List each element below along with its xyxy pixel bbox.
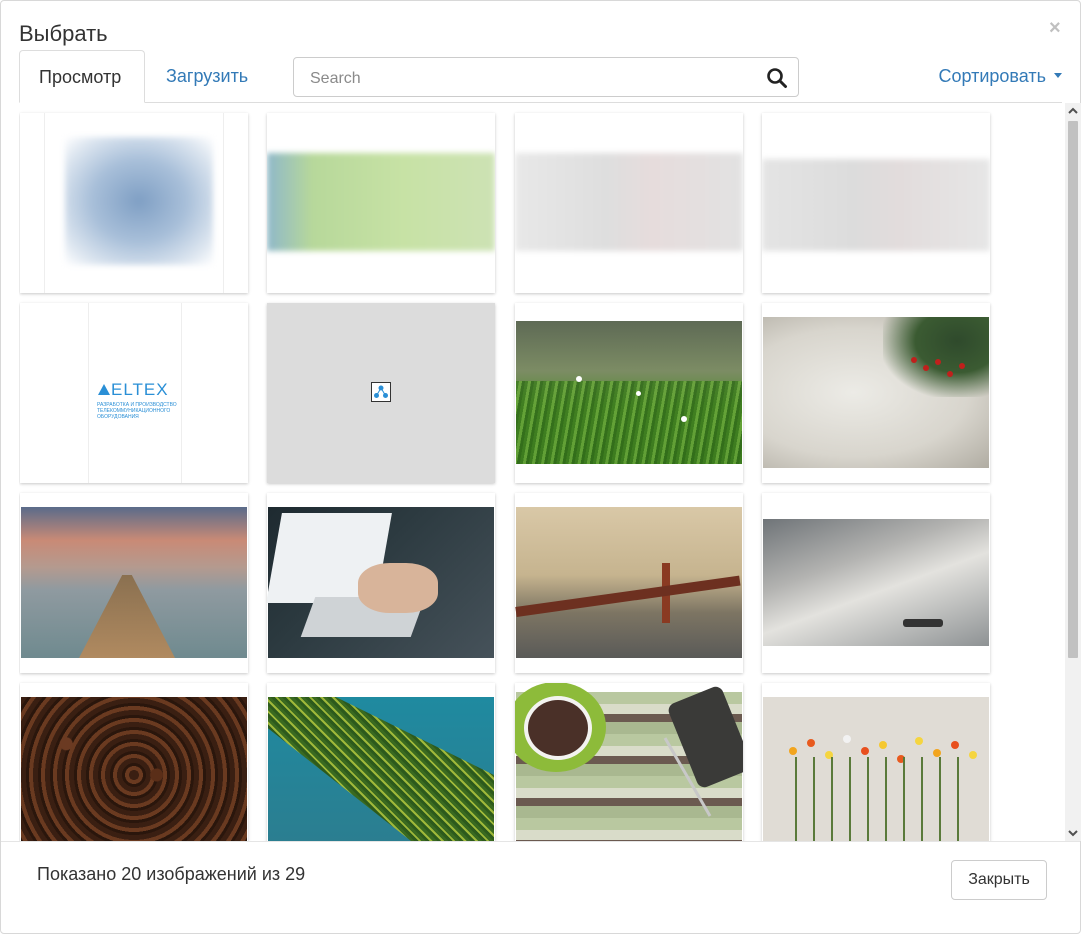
image-thumbnail [267,153,495,251]
image-thumbnail [21,697,247,841]
image-thumbnail [515,683,743,841]
search-icon[interactable] [766,67,788,89]
image-thumbnail [763,317,989,468]
tab-bar: Просмотр Загрузить Сортировать [19,50,1062,103]
image-thumbnail [763,697,989,841]
image-card[interactable] [20,113,248,293]
image-thumbnail [763,519,989,646]
tab-upload[interactable]: Загрузить [147,50,267,102]
image-card[interactable] [20,683,248,841]
image-card[interactable] [762,113,990,293]
vertical-scrollbar[interactable] [1065,103,1081,841]
eltex-logo-text: ELTEX [111,380,169,399]
image-thumbnail [44,113,224,293]
image-card[interactable] [267,303,495,483]
image-card[interactable] [762,493,990,673]
close-icon[interactable]: × [1049,18,1061,38]
image-thumbnail [267,507,494,658]
scroll-down-icon[interactable] [1065,825,1081,841]
image-thumbnail [516,321,742,464]
scroll-up-icon[interactable] [1065,103,1081,119]
image-card[interactable] [20,493,248,673]
modal-title: Выбрать [19,21,108,46]
image-thumbnail: ELTEX РАЗРАБОТКА И ПРОИЗВОДСТВО ТЕЛЕКОММ… [88,303,182,483]
search-box [293,57,799,97]
sort-dropdown[interactable]: Сортировать [938,50,1062,102]
image-card[interactable] [762,683,990,841]
image-thumbnail [267,303,495,483]
eltex-tagline: РАЗРАБОТКА И ПРОИЗВОДСТВО ТЕЛЕКОММУНИКАЦ… [97,402,177,420]
close-button[interactable]: Закрыть [951,860,1047,900]
image-card[interactable] [515,303,743,483]
image-picker-modal: Выбрать × Просмотр Загрузить Сортировать [0,0,1081,934]
image-card[interactable] [267,683,495,841]
image-card[interactable] [762,303,990,483]
eltex-logo-icon [98,384,110,395]
image-card[interactable]: ELTEX РАЗРАБОТКА И ПРОИЗВОДСТВО ТЕЛЕКОММ… [20,303,248,483]
modal-footer: Показано 20 изображений из 29 Закрыть [1,841,1080,936]
image-thumbnail [515,507,742,658]
image-count-status: Показано 20 изображений из 29 [37,864,306,884]
image-thumbnail [21,507,247,658]
image-card[interactable] [515,683,743,841]
caret-down-icon [1054,73,1062,79]
image-gallery: ELTEX РАЗРАБОТКА И ПРОИЗВОДСТВО ТЕЛЕКОММ… [19,103,1065,841]
image-card[interactable] [267,113,495,293]
image-card[interactable] [267,493,495,673]
image-card[interactable] [515,113,743,293]
tab-browse[interactable]: Просмотр [19,50,145,103]
scrollbar-thumb[interactable] [1068,121,1078,658]
image-thumbnail [515,153,743,251]
image-thumbnail [268,697,494,841]
sort-label: Сортировать [938,66,1046,86]
search-input[interactable] [308,67,752,91]
image-thumbnail [762,159,990,251]
broken-image-icon [371,382,391,402]
image-card[interactable] [515,493,743,673]
